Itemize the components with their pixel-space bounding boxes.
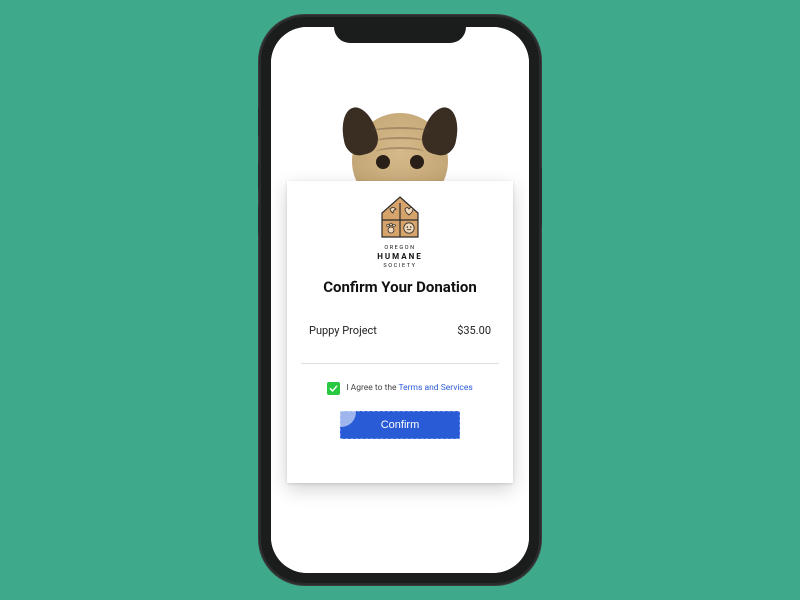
donation-amount: $35.00 bbox=[457, 324, 491, 337]
stage: OREGON HUMANE SOCIETY Confirm Your Donat… bbox=[0, 0, 800, 600]
phone-screen: OREGON HUMANE SOCIETY Confirm Your Donat… bbox=[271, 27, 529, 573]
agree-text: I Agree to the Terms and Services bbox=[346, 383, 473, 393]
house-logo-icon bbox=[378, 195, 422, 241]
org-logo bbox=[287, 195, 513, 241]
agree-prefix: I Agree to the bbox=[346, 383, 398, 393]
check-icon bbox=[329, 384, 338, 393]
phone-notch bbox=[334, 17, 466, 43]
donation-row: Puppy Project $35.00 bbox=[287, 324, 513, 337]
agree-checkbox[interactable] bbox=[327, 382, 340, 395]
org-name-line2: HUMANE bbox=[287, 252, 513, 262]
confirm-button-label: Confirm bbox=[341, 412, 459, 438]
agree-row: I Agree to the Terms and Services bbox=[287, 382, 513, 395]
donation-item: Puppy Project bbox=[309, 324, 377, 337]
divider bbox=[301, 363, 499, 364]
confirm-button[interactable]: Confirm bbox=[340, 411, 460, 439]
org-name-line3: SOCIETY bbox=[287, 263, 513, 270]
phone-frame: OREGON HUMANE SOCIETY Confirm Your Donat… bbox=[261, 17, 539, 583]
terms-link[interactable]: Terms and Services bbox=[398, 383, 472, 393]
donation-card: OREGON HUMANE SOCIETY Confirm Your Donat… bbox=[287, 181, 513, 483]
org-name-line1: OREGON bbox=[287, 245, 513, 252]
app-surface: OREGON HUMANE SOCIETY Confirm Your Donat… bbox=[271, 27, 529, 573]
card-title: Confirm Your Donation bbox=[287, 278, 513, 296]
org-name: OREGON HUMANE SOCIETY bbox=[287, 245, 513, 270]
